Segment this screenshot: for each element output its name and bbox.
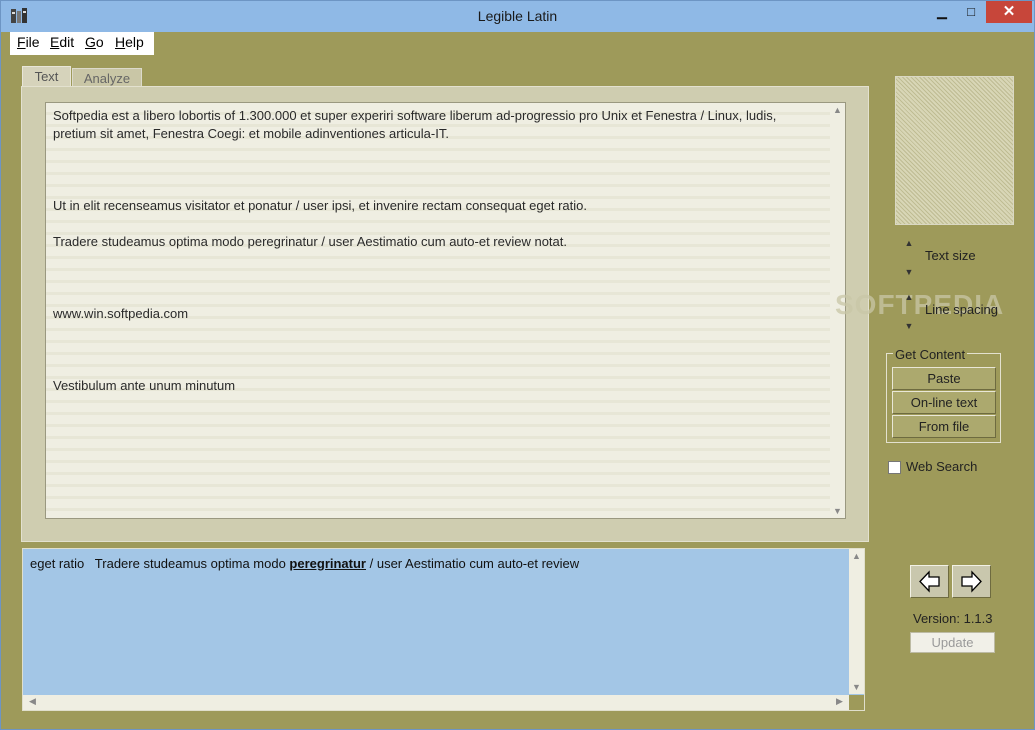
arrow-right-icon <box>961 570 982 593</box>
scrollbar-corner <box>849 695 864 710</box>
reading-scroll-down-icon[interactable]: ▼ <box>849 682 864 692</box>
close-button[interactable]: ✕ <box>986 1 1032 23</box>
paragraph-1: Softpedia est a libero lobortis of 1.300… <box>53 108 777 141</box>
next-button[interactable] <box>952 565 991 598</box>
text-editor[interactable]: Softpedia est a libero lobortis of 1.300… <box>45 102 846 519</box>
app-window: Legible Latin ▁ □ ✕ File Edit Go Help Te… <box>0 0 1035 730</box>
menu-file-mnemonic: F <box>17 34 26 50</box>
arrow-left-icon <box>919 570 940 593</box>
line-spacing-label: Line spacing <box>925 302 998 317</box>
font-preview-box <box>895 76 1014 225</box>
paragraph-2: Ut in elit recenseamus visitator et pona… <box>53 198 587 213</box>
reading-scroll-left-icon[interactable]: ◀ <box>25 696 40 707</box>
update-button[interactable]: Update <box>910 632 995 653</box>
paragraph-4: www.win.softpedia.com <box>53 306 189 321</box>
reading-horizontal-scrollbar[interactable]: ◀ ▶ <box>23 695 849 710</box>
web-search-label[interactable]: Web Search <box>906 459 977 474</box>
tab-text[interactable]: Text <box>22 66 71 86</box>
menu-help-rest: elp <box>125 34 144 50</box>
menu-go[interactable]: Go <box>85 34 104 50</box>
menu-help-mnemonic: H <box>115 34 126 50</box>
previous-button[interactable] <box>910 565 949 598</box>
menu-edit[interactable]: Edit <box>50 34 74 50</box>
menu-go-rest: o <box>95 34 104 50</box>
paragraph-3: Tradere studeamus optima modo peregrinat… <box>53 234 567 249</box>
maximize-button[interactable]: □ <box>957 1 985 23</box>
reading-before: eget ratio Tradere studeamus optima modo <box>30 556 290 571</box>
reading-panel[interactable]: eget ratio Tradere studeamus optima modo… <box>22 548 865 711</box>
text-size-up-icon[interactable]: ▲ <box>903 238 915 248</box>
web-search-checkbox[interactable] <box>888 461 901 474</box>
reading-current-word: peregrinatur <box>289 556 366 571</box>
online-text-button[interactable]: On-line text <box>892 391 996 414</box>
text-size-label: Text size <box>925 248 976 263</box>
menu-bar: File Edit Go Help <box>10 32 154 55</box>
menu-file[interactable]: File <box>17 34 40 50</box>
menu-file-rest: ile <box>25 34 40 50</box>
window-title: Legible Latin <box>477 8 558 24</box>
reading-vertical-scrollbar[interactable]: ▲ ▼ <box>849 549 864 694</box>
menu-edit-rest: dit <box>59 34 75 50</box>
reading-line: eget ratio Tradere studeamus optima modo… <box>30 556 579 571</box>
reading-scroll-up-icon[interactable]: ▲ <box>849 551 864 561</box>
scroll-up-icon[interactable]: ▲ <box>830 105 845 115</box>
scroll-down-icon[interactable]: ▼ <box>830 506 845 516</box>
paragraph-5: Vestibulum ante unum minutum <box>53 378 236 393</box>
menu-edit-mnemonic: E <box>50 34 60 50</box>
reading-scroll-right-icon[interactable]: ▶ <box>832 696 847 707</box>
minimize-button[interactable]: ▁ <box>929 1 955 23</box>
version-label: Version: 1.1.3 <box>913 611 993 626</box>
title-bar[interactable]: Legible Latin ▁ □ ✕ <box>1 1 1034 32</box>
tab-analyze[interactable]: Analyze <box>72 68 142 87</box>
text-size-down-icon[interactable]: ▼ <box>903 267 915 277</box>
reading-after: / user Aestimatio cum auto-et review <box>366 556 580 571</box>
menu-help[interactable]: Help <box>115 34 144 50</box>
paste-button[interactable]: Paste <box>892 367 996 390</box>
line-spacing-down-icon[interactable]: ▼ <box>903 321 915 331</box>
menu-go-mnemonic: G <box>85 34 96 50</box>
line-spacing-up-icon[interactable]: ▲ <box>903 292 915 302</box>
get-content-title: Get Content <box>893 347 968 362</box>
from-file-button[interactable]: From file <box>892 415 996 438</box>
text-content: Softpedia est a libero lobortis of 1.300… <box>53 107 813 395</box>
